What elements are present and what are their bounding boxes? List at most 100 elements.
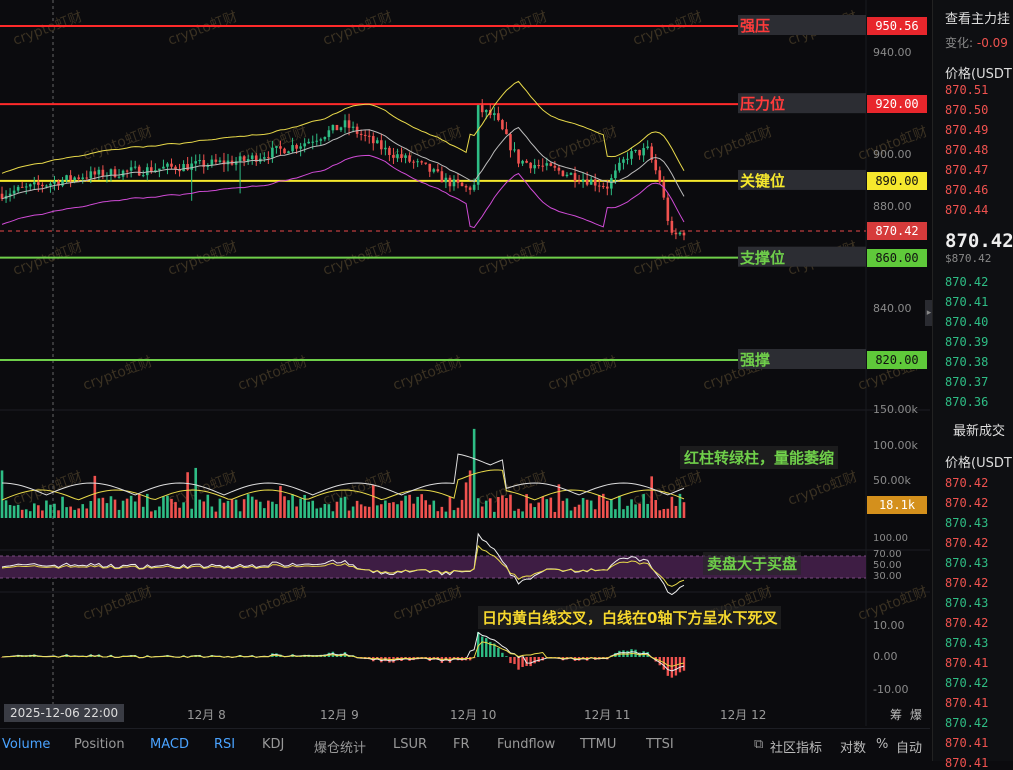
candle-body [585,179,589,185]
candle-body [468,187,472,190]
current-price-tag: 870.42 [867,222,927,240]
volume-bar [589,500,593,518]
auto-scale-toggle[interactable]: 自动 [896,737,922,756]
volume-bar [420,494,423,518]
volume-bar [662,508,666,518]
x-label-3: 12月 11 [584,708,631,722]
macd-bar [509,657,512,664]
volume-tick-2: 50.00k [873,474,911,487]
percent-toggle[interactable]: % [876,737,888,752]
volume-bar [396,504,399,518]
candle-body [537,165,541,167]
watermark-text: crypto虹财 [786,469,860,509]
candle-body [666,197,670,221]
volume-bar [77,508,80,518]
candle-body [351,126,355,128]
community-indicators-button[interactable]: 社区指标 [770,737,822,756]
candle-body [323,136,327,140]
chip-toggle[interactable]: 筹 [890,706,902,723]
macd-bar [501,652,504,657]
volume-bar [545,499,549,518]
volume-current-tag: 18.1k [867,496,927,514]
bid-price: 870.39 [945,335,989,349]
level-label-4: 强撑 [740,351,771,369]
candle-body [81,177,85,179]
indicator-tab-position[interactable]: Position [74,737,125,752]
volume-bar [327,504,331,518]
orderbook-title[interactable]: 查看主力挂 [945,8,1010,27]
candle-body [597,185,601,187]
candle-body [347,120,351,128]
watermark-text: crypto虹财 [546,124,620,164]
candle-body [363,134,367,136]
candle-body [388,147,391,156]
indicator-tab-macd[interactable]: MACD [150,737,189,752]
candle-body [452,179,456,187]
candle-body [65,175,68,181]
macd-bar [497,647,500,657]
indicator-tab-rsi[interactable]: RSI [214,737,235,752]
volume-bar [614,509,617,518]
trade-price: 870.43 [945,556,989,570]
volume-bar [533,507,536,518]
candle-body [384,147,387,150]
indicator-tab-ttsi[interactable]: TTSI [646,737,674,752]
kline-chart[interactable]: crypto虹财 crypto虹财 crypto虹财 crypto虹财 crypto虹财… [0,0,930,726]
candle-body [339,127,343,131]
indicator-tab-lsur[interactable]: LSUR [393,737,427,752]
log-scale-toggle[interactable]: 对数 [840,737,866,756]
candle-body [484,110,488,113]
volume-bar [53,503,56,518]
volume-bar [210,506,214,518]
bid-price: 870.38 [945,355,989,369]
volume-bar [194,467,198,518]
candle-body [93,171,97,175]
macd-bar [666,657,670,676]
volume-bar [33,503,36,518]
candle-body [480,105,484,113]
indicator-tab-fr[interactable]: FR [453,737,470,752]
candle-body [424,162,428,164]
y-tick-1: 900.00 [873,148,912,162]
volume-bar [141,506,145,518]
volume-bar [129,495,133,518]
candle-body [45,185,48,187]
indicator-tab-kdj[interactable]: KDJ [262,737,284,752]
liquidation-toggle[interactable]: 爆 [910,706,922,723]
volume-bar [380,504,383,518]
trades-header: 价格(USDT [945,456,1012,471]
candle-body [626,158,629,160]
ask-price: 870.51 [945,83,989,97]
volume-bar [234,499,238,518]
indicator-tab-volume[interactable]: Volume [2,737,50,752]
candle-body [307,141,310,144]
volume-bar [436,511,440,518]
change-label: 变化: -0.09 [945,36,1008,50]
trades-title[interactable]: 最新成交 [953,420,1005,439]
volume-bar [45,500,48,518]
volume-bar [440,506,444,518]
candle-body [117,176,121,178]
candle-body [275,146,278,148]
bid-price: 870.42 [945,275,989,289]
candle-body [214,159,218,162]
indicator-tab-ttmu[interactable]: TTMU [580,737,616,752]
indicator-tab-爆仓统计[interactable]: 爆仓统计 [314,737,366,756]
candle-body [440,171,444,183]
volume-bar [206,494,210,518]
volume-bar [291,494,294,518]
trade-price: 870.43 [945,516,989,530]
indicator-tab-fundflow[interactable]: Fundflow [497,737,555,752]
volume-bar [105,503,109,518]
candle-body [682,232,686,236]
annotation-volume: 红柱转绿柱，量能萎缩 [680,446,839,469]
candle-body [367,135,371,137]
volume-bar [347,510,351,518]
candle-body [561,170,565,177]
volume-bar [606,500,609,518]
volume-bar [65,507,68,518]
volume-bar [125,498,129,518]
volume-bar [630,499,633,518]
candle-body [295,145,298,149]
volume-bar [666,508,670,518]
